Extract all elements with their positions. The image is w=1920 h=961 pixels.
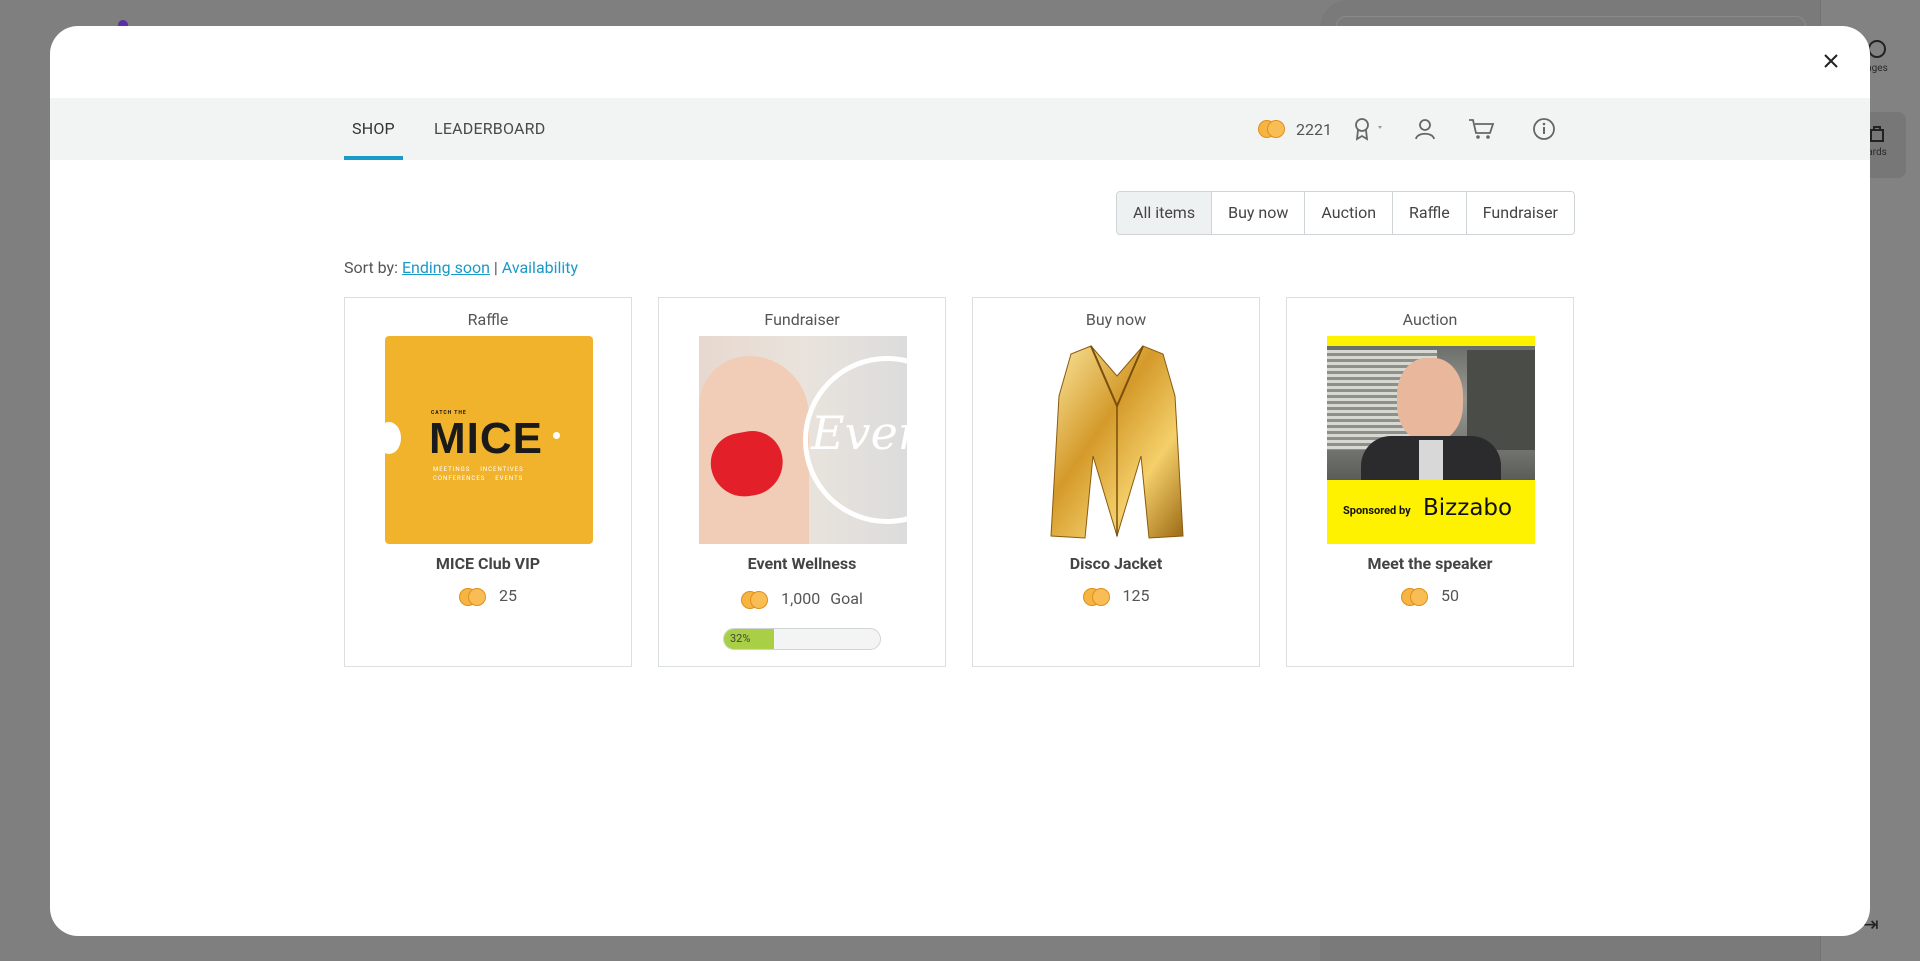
shop-modal: SHOP LEADERBOARD 2221 All items Buy now … (50, 26, 1870, 936)
cart-button[interactable] (1468, 115, 1496, 143)
item-price: 25 (345, 586, 631, 606)
info-icon (1533, 118, 1555, 140)
badge-dropdown[interactable] (1352, 115, 1386, 143)
sort-availability-link[interactable]: Availability (502, 258, 578, 277)
profile-button[interactable] (1414, 115, 1436, 143)
item-name: Event Wellness (747, 554, 857, 573)
item-price: 50 (1287, 586, 1573, 606)
item-price: 125 (973, 586, 1259, 606)
item-name: Meet the speaker (1367, 554, 1493, 573)
close-icon (1824, 54, 1838, 68)
filter-buy-now[interactable]: Buy now (1211, 192, 1305, 234)
chevron-down-icon (1378, 126, 1382, 129)
price-value: 25 (498, 586, 517, 605)
close-button[interactable] (1816, 46, 1846, 76)
item-card-meet-the-speaker[interactable]: Auction Sponsored by Bizzabo Meet the sp… (1286, 297, 1574, 667)
balance-value: 2221 (1296, 119, 1332, 139)
price-suffix: Goal (830, 589, 863, 608)
goal-progress-bar: 32% (723, 628, 881, 650)
item-name: Disco Jacket (1069, 554, 1163, 573)
sort-separator: | (493, 258, 498, 277)
item-card-event-wellness[interactable]: Fundraiser Event Event Wellness 1,000 Go… (658, 297, 946, 667)
badge-icon (1355, 118, 1382, 141)
filter-auction[interactable]: Auction (1304, 192, 1393, 234)
item-image-gold-jacket (1013, 336, 1221, 544)
item-price: 1,000 Goal (659, 589, 945, 609)
coin-balance: 2221 (1258, 98, 1332, 160)
item-image-speaker-photo: Sponsored by Bizzabo (1327, 336, 1535, 544)
coin-icon (1401, 587, 1429, 606)
info-button[interactable] (1532, 115, 1556, 143)
profile-icon (1415, 119, 1435, 140)
item-card-mice-club-vip[interactable]: Raffle CATCH THE MICE MEETINGS INCENTIVE… (344, 297, 632, 667)
sort-by: Sort by: Ending soon | Availability (344, 258, 578, 277)
item-filter-group: All items Buy now Auction Raffle Fundrai… (1116, 191, 1575, 235)
item-type: Fundraiser (764, 310, 840, 329)
item-image-mice-logo: CATCH THE MICE MEETINGS INCENTIVES CONFE… (385, 336, 593, 544)
item-name: MICE Club VIP (435, 554, 541, 573)
item-type: Raffle (467, 310, 509, 329)
tab-leaderboard[interactable]: LEADERBOARD (434, 98, 545, 160)
coin-icon (459, 587, 487, 606)
price-value: 50 (1440, 586, 1459, 605)
tab-shop[interactable]: SHOP (344, 98, 403, 160)
sort-label: Sort by: (344, 258, 398, 277)
filter-fundraiser[interactable]: Fundraiser (1465, 192, 1574, 234)
shop-navbar: SHOP LEADERBOARD 2221 (50, 98, 1870, 160)
cart-icon (1469, 119, 1495, 139)
goal-progress-fill: 32% (724, 629, 774, 649)
price-value: 1,000 (781, 589, 821, 608)
coin-icon (741, 590, 769, 609)
filter-raffle[interactable]: Raffle (1392, 192, 1466, 234)
item-card-disco-jacket[interactable]: Buy now Disco Jacket 125 (972, 297, 1260, 667)
coin-icon (1258, 120, 1286, 138)
item-image-heart-hands: Event (699, 336, 907, 544)
price-value: 125 (1122, 586, 1150, 605)
sort-ending-soon-link[interactable]: Ending soon (402, 258, 490, 277)
coin-icon (1082, 587, 1111, 606)
filter-all-items[interactable]: All items (1117, 192, 1212, 234)
item-type: Buy now (1085, 310, 1147, 329)
item-type: Auction (1402, 310, 1458, 329)
